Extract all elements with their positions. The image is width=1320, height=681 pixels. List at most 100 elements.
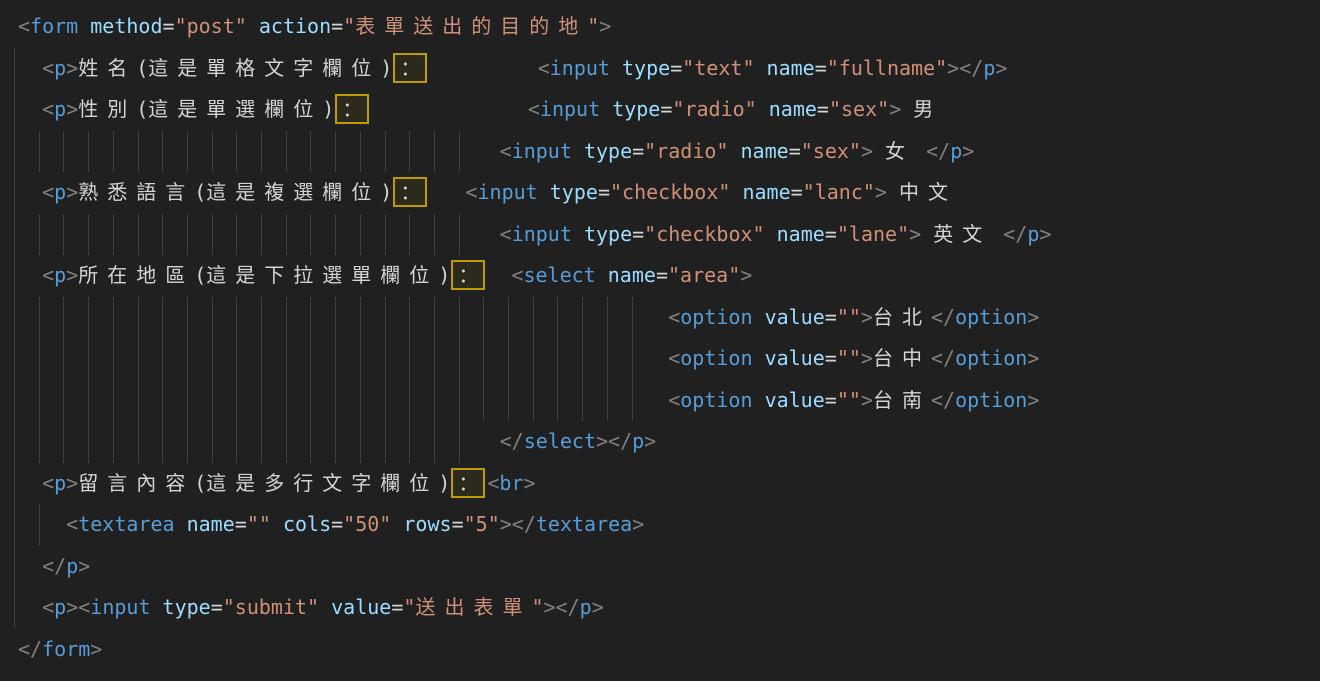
code-line[interactable]: <p><input type="submit" value="送出表單"></p… <box>0 587 1320 629</box>
indent-guide <box>607 380 608 422</box>
indent-guide <box>508 297 509 339</box>
code-token: < <box>668 388 680 412</box>
code-line[interactable]: <option value="">台北</option> <box>0 297 1320 339</box>
indent-guide <box>63 214 64 256</box>
code-token: name <box>767 56 815 80</box>
code-line[interactable]: </form> <box>0 629 1320 671</box>
code-line[interactable]: <input type="checkbox" name="lane"> 英文 <… <box>0 214 1320 256</box>
indent-guide <box>459 297 460 339</box>
indent-guide <box>63 380 64 422</box>
code-token: "post" <box>175 14 247 38</box>
code-token: < <box>500 139 512 163</box>
indent-guide <box>310 338 311 380</box>
indent-guide <box>138 214 139 256</box>
code-line[interactable]: <p>留言內容(這是多行文字欄位)：<br> <box>0 463 1320 505</box>
code-token <box>18 512 66 536</box>
code-line[interactable]: <p>所在地區(這是下拉選單欄位)： <select name="area"> <box>0 255 1320 297</box>
code-line[interactable]: <p>熟悉語言(這是複選欄位)： <input type="checkbox" … <box>0 172 1320 214</box>
indent-guide <box>162 214 163 256</box>
code-editor[interactable]: <form method="post" action="表單送出的目的地"> <… <box>0 0 1320 681</box>
code-token: < <box>66 512 78 536</box>
code-token: > <box>909 222 921 246</box>
indent-guide <box>310 297 311 339</box>
code-token: = <box>825 388 837 412</box>
code-line[interactable]: <p>性別(這是單選欄位)： <input type="radio" name=… <box>0 89 1320 131</box>
code-token: method <box>90 14 162 38</box>
code-token: 女 <box>885 139 914 163</box>
code-token: = <box>331 14 343 38</box>
code-token: > <box>66 56 78 80</box>
indent-guide <box>286 214 287 256</box>
code-token: p <box>950 139 962 163</box>
code-token: select <box>523 263 595 287</box>
code-token: value <box>765 388 825 412</box>
code-token: textarea <box>536 512 632 536</box>
code-token: 台北 <box>873 305 931 329</box>
code-token: > <box>523 471 535 495</box>
indent-guide <box>385 421 386 463</box>
indent-guide <box>360 131 361 173</box>
code-token: textarea <box>78 512 174 536</box>
code-token: input <box>90 595 150 619</box>
code-token: 這是複選欄位 <box>206 180 380 204</box>
code-line[interactable]: <option value="">台南</option> <box>0 380 1320 422</box>
code-token: 這是多行文字欄位 <box>206 471 438 495</box>
indent-guide <box>39 214 40 256</box>
indent-guide <box>335 421 336 463</box>
code-token: < <box>42 471 54 495</box>
code-token: "checkbox" <box>644 222 764 246</box>
indent-guide <box>335 214 336 256</box>
indent-guide <box>261 380 262 422</box>
code-token: > <box>599 14 611 38</box>
code-token: type <box>163 595 211 619</box>
code-token: "lanc" <box>803 180 875 204</box>
code-token <box>610 56 622 80</box>
code-token: name <box>777 222 825 246</box>
code-token: = <box>632 139 644 163</box>
code-token: "" <box>247 512 271 536</box>
code-token: "radio" <box>644 139 728 163</box>
code-token: p <box>983 56 995 80</box>
code-token: 男 <box>913 97 942 121</box>
code-token <box>596 263 608 287</box>
code-token <box>18 429 500 453</box>
code-token: > <box>644 429 656 453</box>
code-line[interactable]: <textarea name="" cols="50" rows="5"></t… <box>0 504 1320 546</box>
code-line[interactable]: <input type="radio" name="sex"> 女 </p> <box>0 131 1320 173</box>
indent-guide <box>310 131 311 173</box>
indent-guide <box>409 214 410 256</box>
indent-guide <box>335 131 336 173</box>
indent-guide <box>557 297 558 339</box>
indent-guide <box>533 380 534 422</box>
code-token: type <box>612 97 660 121</box>
code-line[interactable]: </p> <box>0 546 1320 588</box>
indent-guide <box>212 421 213 463</box>
code-token: > <box>544 595 556 619</box>
unicode-highlight-box: ： <box>393 177 427 207</box>
code-token: < <box>18 14 30 38</box>
code-token: ) <box>438 471 450 495</box>
indent-guide <box>459 338 460 380</box>
code-line[interactable]: <p>姓名(這是單格文字欄位)： <input type="text" name… <box>0 48 1320 90</box>
code-token <box>429 56 537 80</box>
code-line[interactable]: </select></p> <box>0 421 1320 463</box>
code-token: = <box>391 595 403 619</box>
code-token: type <box>622 56 670 80</box>
code-token: input <box>550 56 610 80</box>
code-token: > <box>66 595 78 619</box>
code-token <box>151 595 163 619</box>
code-token: option <box>955 305 1027 329</box>
code-token: p <box>54 180 66 204</box>
code-token: > <box>1027 388 1039 412</box>
code-line[interactable]: <form method="post" action="表單送出的目的地"> <box>0 6 1320 48</box>
indent-guide <box>459 421 460 463</box>
code-line[interactable]: <option value="">台中</option> <box>0 338 1320 380</box>
indent-guide <box>409 421 410 463</box>
code-token <box>901 97 913 121</box>
code-token: = <box>331 512 343 536</box>
indent-guide <box>39 131 40 173</box>
code-token: name <box>741 139 789 163</box>
code-token: option <box>680 305 752 329</box>
code-token: "lane" <box>837 222 909 246</box>
code-token: 送出表單 <box>415 595 531 619</box>
